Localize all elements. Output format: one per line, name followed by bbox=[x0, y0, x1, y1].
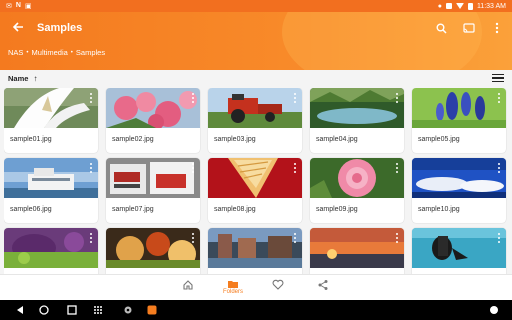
thumbnail-image bbox=[106, 228, 200, 268]
file-card[interactable]: sample02.jpg bbox=[106, 88, 200, 153]
page-title: Samples bbox=[37, 22, 83, 34]
file-name: sample04.jpg bbox=[316, 136, 358, 143]
more-options-icon[interactable] bbox=[292, 232, 298, 244]
file-card[interactable] bbox=[106, 228, 200, 274]
file-card[interactable] bbox=[412, 228, 506, 274]
file-name: sample08.jpg bbox=[214, 206, 256, 213]
thumbnail-image bbox=[106, 88, 200, 128]
file-name: sample07.jpg bbox=[112, 206, 154, 213]
more-options-icon[interactable] bbox=[88, 162, 94, 174]
thumbnail-image bbox=[106, 158, 200, 198]
nav-favorites[interactable] bbox=[258, 279, 298, 299]
file-name: sample10.jpg bbox=[418, 206, 460, 213]
breadcrumb-item[interactable]: NAS bbox=[8, 48, 23, 57]
status-bar: ✉ N ▣ ● 11:33 AM bbox=[0, 0, 512, 12]
file-card[interactable]: sample04.jpg bbox=[310, 88, 404, 153]
file-name: sample03.jpg bbox=[214, 136, 256, 143]
thumbnail-image bbox=[310, 228, 404, 268]
more-options-icon[interactable] bbox=[190, 162, 196, 174]
file-name: sample09.jpg bbox=[316, 206, 358, 213]
thumbnail-image bbox=[412, 228, 506, 268]
nav-folders[interactable]: Folders bbox=[213, 279, 253, 299]
settings-app-icon[interactable] bbox=[122, 304, 134, 316]
assistant-icon[interactable] bbox=[488, 304, 500, 316]
sort-label[interactable]: Name bbox=[8, 74, 28, 83]
recents-icon[interactable] bbox=[66, 304, 78, 316]
file-name: sample02.jpg bbox=[112, 136, 154, 143]
file-card[interactable] bbox=[4, 228, 98, 274]
nas-icon: ▣ bbox=[24, 3, 32, 10]
file-name: sample05.jpg bbox=[418, 136, 460, 143]
thumbnail-image bbox=[208, 158, 302, 198]
more-options-icon[interactable] bbox=[394, 232, 400, 244]
more-options-icon[interactable] bbox=[496, 92, 502, 104]
file-grid: sample01.jpg sample02.jpg sample03.jpg s… bbox=[4, 88, 508, 274]
mail-icon: ✉ bbox=[6, 3, 12, 10]
file-card[interactable] bbox=[208, 228, 302, 274]
breadcrumb-item[interactable]: Multimedia bbox=[32, 48, 68, 57]
file-card[interactable]: sample10.jpg bbox=[412, 158, 506, 223]
file-card[interactable]: sample07.jpg bbox=[106, 158, 200, 223]
more-options-icon[interactable] bbox=[292, 162, 298, 174]
thumbnail-image bbox=[208, 88, 302, 128]
thumbnail-image bbox=[4, 158, 98, 198]
nav-home[interactable] bbox=[168, 279, 208, 299]
folder-icon bbox=[228, 281, 238, 288]
sort-ascending-icon[interactable]: ↑ bbox=[33, 74, 37, 83]
home-icon bbox=[183, 280, 193, 290]
sort-bar: Name ↑ bbox=[0, 70, 512, 86]
status-time: 11:33 AM bbox=[476, 2, 506, 10]
more-options-icon[interactable] bbox=[292, 92, 298, 104]
file-card[interactable]: sample06.jpg bbox=[4, 158, 98, 223]
battery-icon bbox=[467, 2, 473, 10]
nav-folders-label: Folders bbox=[222, 289, 243, 295]
more-options-icon[interactable] bbox=[496, 162, 502, 174]
more-options-icon[interactable] bbox=[394, 162, 400, 174]
more-vert-icon[interactable] bbox=[490, 20, 504, 36]
qfile-app-icon[interactable] bbox=[146, 304, 158, 316]
thumbnail-image bbox=[412, 88, 506, 128]
nav-share[interactable] bbox=[303, 279, 343, 299]
app-icon: N bbox=[15, 2, 21, 9]
back-arrow-icon[interactable] bbox=[10, 20, 26, 36]
more-options-icon[interactable] bbox=[190, 92, 196, 104]
search-icon[interactable] bbox=[434, 20, 448, 36]
more-options-icon[interactable] bbox=[88, 232, 94, 244]
cast-icon bbox=[445, 3, 452, 9]
more-options-icon[interactable] bbox=[394, 92, 400, 104]
heart-icon bbox=[272, 279, 284, 290]
system-navigation-bar bbox=[0, 300, 512, 320]
file-card[interactable]: sample05.jpg bbox=[412, 88, 506, 153]
home-circle-icon[interactable] bbox=[38, 304, 50, 316]
app-grid-icon[interactable] bbox=[92, 304, 104, 316]
thumbnail-image bbox=[310, 158, 404, 198]
cast-icon[interactable] bbox=[462, 20, 476, 36]
bottom-navigation: Folders bbox=[0, 274, 512, 300]
thumbnail-image bbox=[412, 158, 506, 198]
breadcrumb-item[interactable]: Samples bbox=[76, 48, 105, 57]
more-options-icon[interactable] bbox=[88, 92, 94, 104]
app-bar: Samples NAS • Multimedia • Samples bbox=[0, 12, 512, 70]
file-name: sample06.jpg bbox=[10, 206, 52, 213]
list-view-icon[interactable] bbox=[492, 73, 504, 83]
more-options-icon[interactable] bbox=[496, 232, 502, 244]
breadcrumb: NAS • Multimedia • Samples bbox=[8, 48, 106, 57]
file-card[interactable]: sample03.jpg bbox=[208, 88, 302, 153]
thumbnail-image bbox=[310, 88, 404, 128]
thumbnail-image bbox=[208, 228, 302, 268]
thumbnail-image bbox=[4, 228, 98, 268]
notification-icon: ● bbox=[437, 2, 442, 10]
file-card[interactable]: sample09.jpg bbox=[310, 158, 404, 223]
share-icon bbox=[318, 280, 328, 290]
back-icon[interactable] bbox=[14, 304, 26, 316]
file-card[interactable] bbox=[310, 228, 404, 274]
wifi-icon bbox=[455, 3, 464, 9]
more-options-icon[interactable] bbox=[190, 232, 196, 244]
file-card[interactable]: sample08.jpg bbox=[208, 158, 302, 223]
file-card[interactable]: sample01.jpg bbox=[4, 88, 98, 153]
file-name: sample01.jpg bbox=[10, 136, 52, 143]
thumbnail-image bbox=[4, 88, 98, 128]
